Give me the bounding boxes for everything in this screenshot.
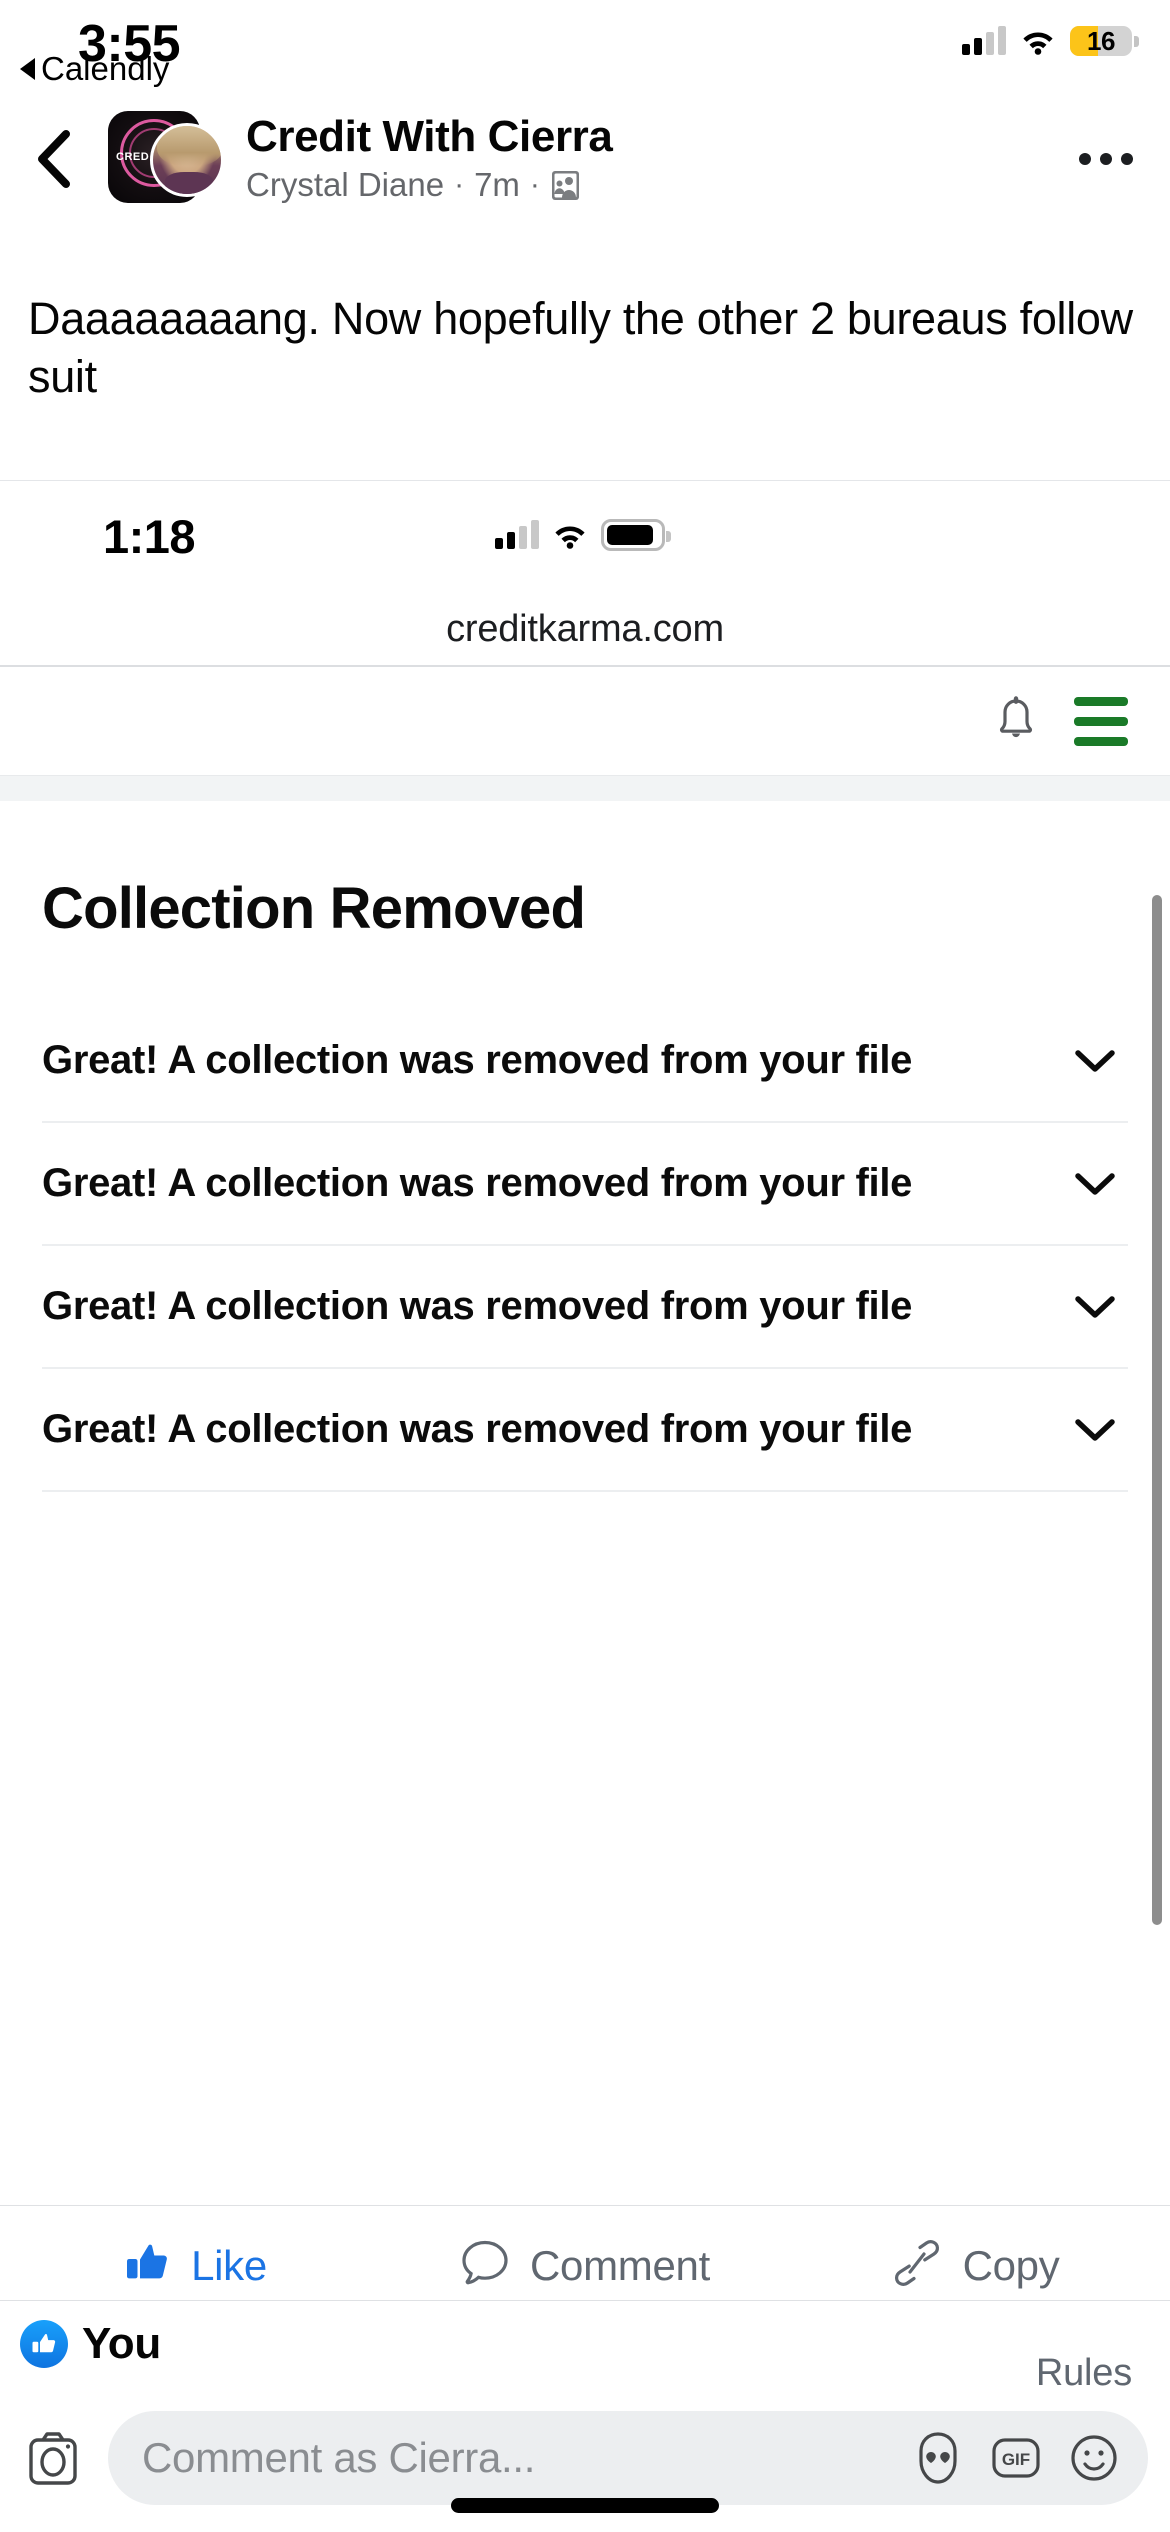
camera-icon[interactable]: [22, 2427, 84, 2489]
thumbs-up-icon: [123, 2239, 171, 2292]
copy-label: Copy: [962, 2241, 1060, 2289]
back-app-label: Calendly: [41, 50, 170, 87]
list-item[interactable]: Great! A collection was removed from you…: [42, 1369, 1128, 1492]
meta-separator-2: ·: [529, 168, 540, 202]
comment-bubble-icon: [460, 2238, 510, 2293]
home-indicator: [451, 2498, 719, 2513]
link-chain-icon: [891, 2237, 943, 2294]
status-bar-indicators: 16: [962, 25, 1139, 56]
collection-rows-list: Great! A collection was removed from you…: [42, 1000, 1128, 1492]
chevron-down-icon[interactable]: [1072, 1046, 1118, 1076]
list-item-label: Great! A collection was removed from you…: [42, 1038, 913, 1082]
post-header-text: Credit With Cierra Crystal Diane · 7m ·: [226, 111, 1042, 204]
comment-button[interactable]: Comment: [390, 2238, 780, 2293]
list-item[interactable]: Great! A collection was removed from you…: [42, 1246, 1128, 1369]
more-options-icon: [1121, 153, 1133, 165]
ios-status-bar: 3:55 Calendly 16: [0, 0, 1170, 92]
chevron-down-icon[interactable]: [1072, 1292, 1118, 1322]
comment-placeholder: Comment as Cierra...: [142, 2434, 536, 2481]
author-avatar-image: [150, 123, 224, 197]
back-triangle-icon: [20, 58, 35, 80]
more-options-icon: [1100, 153, 1112, 165]
embedded-status-indicators: [495, 519, 671, 551]
svg-text:GIF: GIF: [1002, 2450, 1030, 2469]
list-item[interactable]: Great! A collection was removed from you…: [42, 1123, 1128, 1246]
chevron-down-icon[interactable]: [1072, 1415, 1118, 1445]
group-privacy-icon: [550, 170, 581, 201]
reaction-label: You: [82, 2318, 161, 2368]
post-body-text: Daaaaaaaang. Now hopefully the other 2 b…: [28, 293, 1133, 402]
chevron-left-icon: [38, 130, 70, 188]
status-bar-back-to-app[interactable]: Calendly: [20, 50, 169, 88]
rules-link[interactable]: Rules: [1036, 2352, 1132, 2395]
meta-separator-1: ·: [454, 168, 465, 202]
wifi-icon: [552, 521, 588, 549]
list-item-label: Great! A collection was removed from you…: [42, 1284, 913, 1328]
phone-screen: 3:55 Calendly 16 CRED Credit With Cierra…: [0, 0, 1170, 2532]
like-button[interactable]: Like: [0, 2239, 390, 2292]
avatar-logo-text: CRED: [116, 151, 150, 163]
hamburger-menu-icon[interactable]: [1074, 696, 1128, 746]
post-attached-screenshot[interactable]: 1:18 creditkarma.com Collection Removed …: [0, 481, 1170, 2204]
post-header: CRED Credit With Cierra Crystal Diane · …: [0, 104, 1170, 214]
chevron-down-icon[interactable]: [1072, 1169, 1118, 1199]
battery-icon: [601, 519, 671, 551]
comment-input[interactable]: Comment as Cierra... GIF: [108, 2411, 1148, 2505]
battery-fill: [607, 525, 653, 545]
scrollbar[interactable]: [1152, 895, 1162, 1925]
like-label: Like: [191, 2241, 267, 2289]
notification-bell-icon[interactable]: [994, 696, 1038, 746]
list-item[interactable]: Great! A collection was removed from you…: [42, 1000, 1128, 1123]
battery-percent: 16: [1087, 25, 1115, 56]
post-author[interactable]: Crystal Diane: [246, 166, 444, 204]
content-heading: Collection Removed: [42, 876, 586, 941]
thumbs-up-reaction-icon: [20, 2319, 68, 2368]
avatar[interactable]: CRED: [108, 111, 226, 207]
gif-icon[interactable]: GIF: [988, 2430, 1044, 2486]
list-item-label: Great! A collection was removed from you…: [42, 1161, 913, 1205]
avatar-sticker-icon[interactable]: [910, 2430, 966, 2486]
wifi-icon: [1020, 27, 1056, 55]
list-item-label: Great! A collection was removed from you…: [42, 1407, 913, 1451]
emoji-smiley-icon[interactable]: [1066, 2430, 1122, 2486]
content-top-band: [0, 775, 1170, 801]
back-button[interactable]: [0, 129, 108, 189]
post-meta: Crystal Diane · 7m ·: [246, 166, 1042, 204]
embedded-status-time: 1:18: [103, 510, 196, 563]
cellular-signal-icon: [962, 26, 1006, 55]
more-options-button[interactable]: [1042, 153, 1170, 165]
creditkarma-nav-bar: [0, 667, 1170, 775]
battery-icon: 16: [1070, 25, 1139, 56]
cellular-signal-icon: [495, 520, 539, 549]
comment-label: Comment: [530, 2241, 710, 2289]
post-timestamp: 7m: [474, 166, 520, 204]
creditkarma-content: Collection Removed Great! A collection w…: [0, 801, 1170, 1492]
copy-button[interactable]: Copy: [780, 2237, 1170, 2294]
embedded-ios-status-bar: 1:18: [0, 481, 1170, 593]
browser-url-bar[interactable]: creditkarma.com: [0, 593, 1170, 665]
reactions-row[interactable]: You: [0, 2300, 1170, 2386]
page-title: Credit With Cierra: [246, 111, 613, 161]
more-options-icon: [1079, 153, 1091, 165]
url-text: creditkarma.com: [446, 607, 724, 650]
